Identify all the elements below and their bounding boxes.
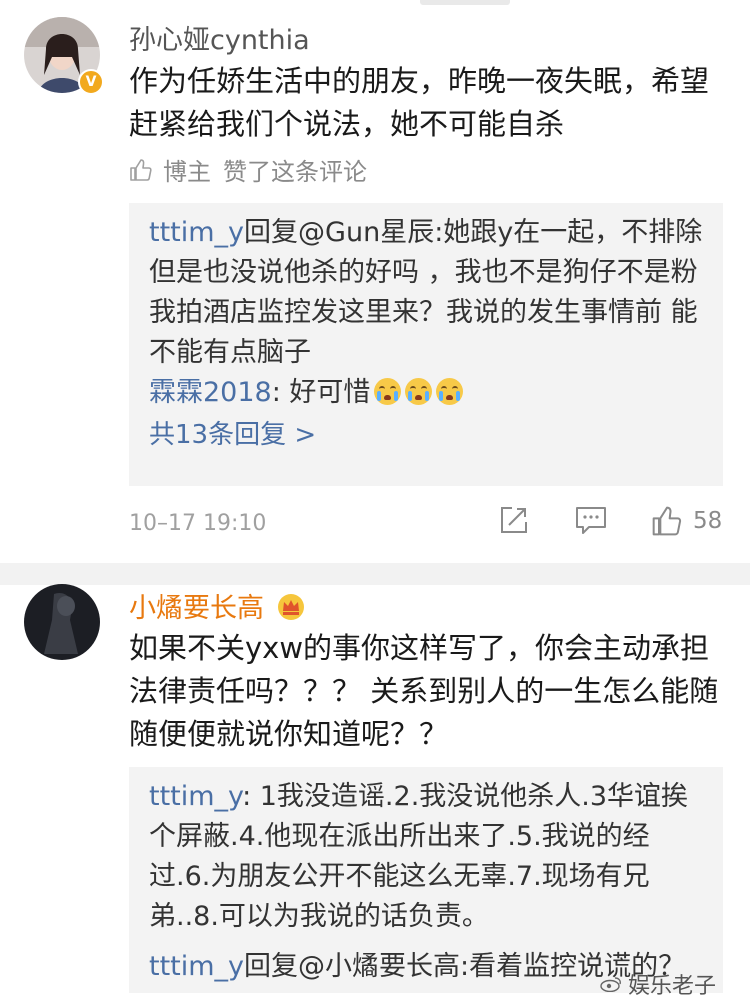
reply-username[interactable]: tttim_y [149,781,242,812]
section-divider [0,563,750,585]
like-button[interactable]: 58 [651,505,722,537]
weibo-logo-icon [600,977,621,992]
reply-item[interactable]: tttim_y回复@Gun星辰:她跟y在一起，不排除但是也没说他杀的好吗 ，我也… [149,213,703,373]
comment-text: 作为任娇生活中的朋友，昨晚一夜失眠，希望赶紧给我们个说法，她不可能自杀 [129,64,710,141]
comment-username[interactable]: 小燏要长高 [129,586,305,625]
author-liked-row: 博主 赞了这条评论 [129,152,367,187]
reply-username[interactable]: tttim_y [149,951,244,982]
comment-text: 如果不关yxw的事你这样写了，你会主动承担法律责任吗？？？ 关系到别人的一生怎么… [129,631,719,751]
reply-box[interactable]: tttim_y回复@Gun星辰:她跟y在一起，不排除但是也没说他杀的好吗 ，我也… [129,203,723,486]
crying-emoji-icon [374,378,402,405]
comment-button[interactable] [575,505,607,535]
top-scroll-indicator [420,0,510,5]
reply-item[interactable]: 霖霖2018: 好可惜 [149,373,703,413]
comment-icon [576,507,606,534]
reply-username[interactable]: tttim_y [149,217,244,248]
watermark-text: 娱乐老子 [628,974,717,999]
crying-emoji-icon [436,378,464,405]
liked-by-text: 赞了这条评论 [223,158,367,186]
reply-box[interactable]: tttim_y: 1我没造谣.2.我没说他杀人.3华谊挨个屏蔽.4.他现在派出所… [129,767,723,993]
reply-text: : 好可惜 [271,377,371,408]
like-count: 58 [693,508,723,534]
avatar[interactable] [24,584,100,660]
thumbs-up-icon [130,158,152,181]
share-icon [501,507,527,533]
verified-badge-icon: V [78,69,104,95]
crying-emoji-icon [405,378,433,405]
comment-username[interactable]: 孙心娅cynthia [129,18,310,57]
reply-item[interactable]: tttim_y: 1我没造谣.2.我没说他杀人.3华谊挨个屏蔽.4.他现在派出所… [149,777,703,937]
thumbs-up-icon [652,506,682,536]
more-replies-link[interactable]: 共13条回复 > [149,415,703,455]
username-text[interactable]: 小燏要长高 [129,593,264,624]
liked-by-label: 博主 [163,158,211,186]
share-button[interactable] [499,505,529,535]
watermark: 娱乐老子 [600,968,716,1000]
vip-crown-icon [277,594,304,620]
reply-username[interactable]: 霖霖2018 [149,377,272,408]
comment-timestamp: 10–17 19:10 [129,511,267,536]
